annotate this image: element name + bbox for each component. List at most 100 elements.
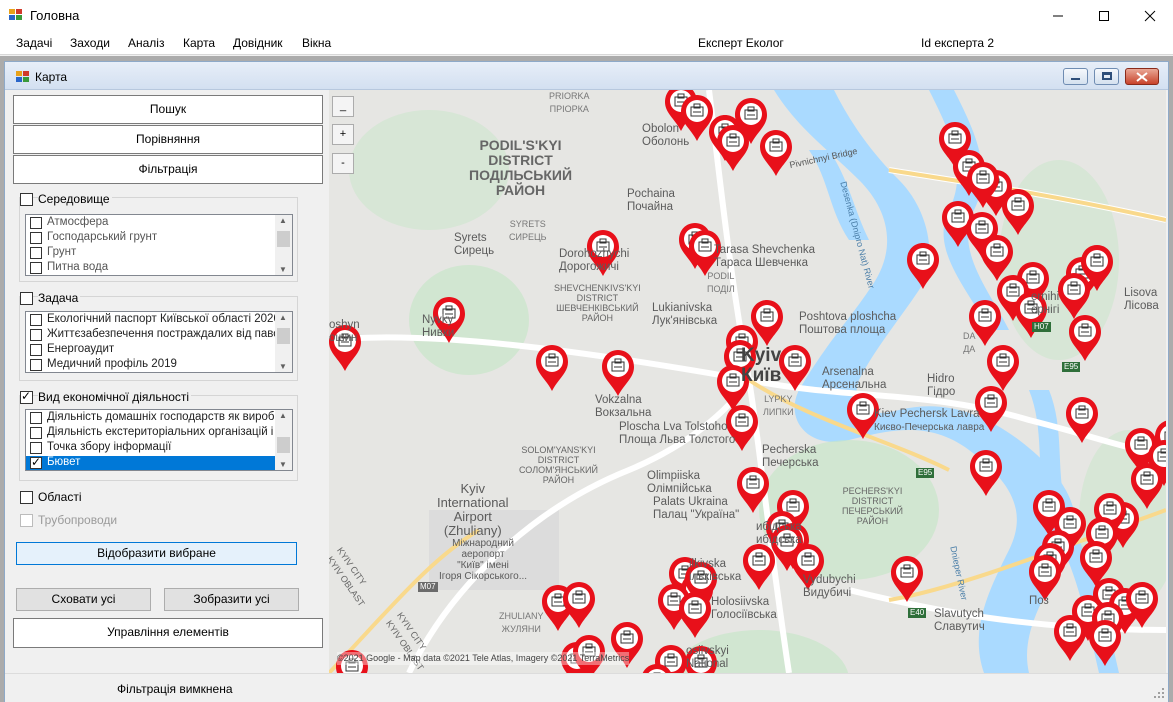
map-label: Dnieper River	[948, 545, 970, 602]
list-scrollbar[interactable]: ▲ ▼	[275, 312, 292, 372]
map-window-titlebar: Карта	[5, 62, 1168, 90]
app-title: Головна	[30, 8, 80, 23]
map-label: DA ДА	[963, 331, 976, 354]
map-label: ernihi ернігі	[1031, 291, 1060, 316]
environment-checkbox[interactable]	[20, 193, 33, 206]
close-button[interactable]	[1127, 0, 1173, 31]
role-label: Експерт Еколог	[698, 36, 784, 50]
road-shield: H07	[1032, 322, 1051, 332]
map-view[interactable]: Obolon Оболонь PRIORKA ПРІОРКА PODIL'S'KYI…	[329, 90, 1166, 673]
child-restore-button[interactable]	[1094, 68, 1119, 85]
list-item[interactable]: Господарський грунт	[26, 231, 276, 246]
menu-directory[interactable]: Довідник	[233, 36, 283, 50]
map-label: PRIORKA ПРІОРКА	[549, 91, 590, 114]
map-label: Kiev Pechersk Lavra Києво-Печерська лавра	[874, 408, 985, 433]
map-label: Poshtova ploshcha Поштова площа	[799, 311, 897, 336]
pipelines-label: Трубопроводи	[38, 513, 118, 527]
menu-windows[interactable]: Вікна	[302, 36, 331, 50]
app-titlebar: Головна	[0, 0, 1173, 31]
resize-grip-icon[interactable]	[1154, 688, 1164, 698]
child-close-button[interactable]	[1125, 68, 1159, 85]
map-label: PECHERS'KYI DISTRICT ПЕЧЕРСЬКИЙ РАЙОН	[842, 486, 903, 526]
task-checkbox[interactable]	[20, 292, 33, 305]
pipelines-checkbox[interactable]	[20, 514, 33, 527]
environment-list: Атмосфера Господарський грунт Грунт Питн…	[25, 214, 293, 276]
show-selected-button[interactable]: Відобразити вибране	[16, 542, 297, 565]
list-item[interactable]: Діяльність екстериторіальних організацій…	[26, 426, 276, 441]
map-labels: Obolon Оболонь PRIORKA ПРІОРКА PODIL'S'KYI…	[329, 90, 1166, 673]
map-label: ибідська ибідська	[756, 521, 802, 546]
map-label: osiivskyi National	[686, 645, 729, 670]
map-label: PODIL ПОДІЛ	[707, 271, 735, 294]
zoom-reset-button[interactable]: _	[332, 96, 354, 117]
zoom-out-button[interactable]: -	[332, 153, 354, 174]
environment-label: Середовище	[38, 192, 112, 206]
map-label: SYRETS СИРЕЦЬ	[509, 219, 547, 242]
list-item[interactable]: Бювет	[26, 456, 276, 470]
compare-button[interactable]: Порівняння	[13, 125, 323, 154]
regions-label: Області	[38, 490, 82, 504]
map-label: PODIL'S'KYI DISTRICT ПОДІЛЬСЬКИЙ РАЙОН	[469, 137, 573, 198]
road-shield: M07	[418, 582, 438, 592]
map-label: Palats Ukraina Палац "Україна"	[653, 496, 740, 521]
close-icon	[1144, 10, 1156, 22]
close-icon	[1136, 72, 1148, 82]
regions-checkbox[interactable]	[20, 491, 33, 504]
map-label: Kyiv Київ	[741, 345, 782, 386]
list-scrollbar[interactable]: ▲ ▼	[275, 215, 292, 275]
manage-elements-button[interactable]: Управління елементів	[13, 618, 323, 648]
list-scrollbar[interactable]: ▲ ▼	[275, 410, 292, 470]
map-label: Міжнародний аеропорт "Київ" імені Ігоря Сік…	[439, 538, 528, 582]
task-list: Екологічний паспорт Київської області 20…	[25, 311, 293, 373]
list-item[interactable]: Діяльність домашніх господарств як вироб…	[26, 411, 276, 426]
map-label: Ploscha Lva Tolstoho Площа Льва Толстого	[619, 421, 736, 446]
list-item[interactable]: Питна вода	[26, 261, 276, 275]
list-item[interactable]: Грунт	[26, 246, 276, 261]
zoom-in-button[interactable]: +	[332, 124, 354, 145]
map-label: Syrets Сирець	[454, 232, 495, 257]
map-label: Lisova Лісова	[1124, 287, 1159, 312]
menu-measures[interactable]: Заходи	[70, 36, 110, 50]
filter-status-label: Фільтрація вимкнена	[117, 682, 233, 696]
task-label: Задача	[38, 291, 81, 305]
map-label: Tarasa Shevchenka Тараса Шевченка	[714, 244, 816, 269]
list-item[interactable]: Екологічний паспорт Київської області 20…	[26, 313, 276, 328]
activity-checkbox[interactable]	[20, 389, 33, 404]
map-label: LYPKY ЛИПКИ	[763, 394, 794, 417]
menu-bar: Задачі Заходи Аналіз Карта Довідник Вікн…	[0, 31, 1173, 55]
child-minimize-button[interactable]	[1063, 68, 1088, 85]
map-label: Hidro Гідро	[927, 373, 956, 398]
map-label: Holosiivska Голосіївська	[711, 596, 777, 621]
map-label: ilkivska ільківська	[689, 558, 742, 583]
menu-map[interactable]: Карта	[183, 36, 215, 50]
road-shield: E95	[1062, 362, 1081, 372]
expert-id-label: Id експерта 2	[921, 36, 995, 50]
search-button[interactable]: Пошук	[13, 95, 323, 124]
road-shield: E40	[908, 608, 927, 618]
map-label: Pochaina Почайна	[627, 188, 675, 213]
filter-button[interactable]: Фільтрація	[13, 155, 323, 184]
minimize-button[interactable]	[1035, 0, 1081, 31]
map-label: Pivnichnyi Bridge	[788, 145, 859, 171]
list-item[interactable]: Атмосфера	[26, 216, 276, 231]
list-item[interactable]: Точка збору інформації	[26, 441, 276, 456]
map-label: Arsenalna Арсенальна	[822, 366, 887, 391]
app-icon	[9, 9, 23, 21]
map-label: ZHULIANY ЖУЛЯНИ	[499, 611, 544, 634]
activity-list: Діяльність домашніх господарств як вироб…	[25, 409, 293, 471]
mdi-area: Карта Пошук Порівняння Фільтрація Середо…	[0, 56, 1173, 702]
map-label: Vydubychi Видубичі	[803, 574, 856, 599]
list-item[interactable]: Медичний профіль 2019	[26, 358, 276, 372]
map-label: Поз	[1029, 595, 1049, 607]
menu-tasks[interactable]: Задачі	[16, 36, 52, 50]
map-label: Pecherska Печерська	[762, 444, 819, 469]
show-all-button[interactable]: Зобразити усі	[164, 588, 299, 611]
list-item[interactable]: Життєзабезпечення постраждалих від павод…	[26, 328, 276, 343]
list-item[interactable]: Енергоаудит	[26, 343, 276, 358]
map-window: Карта Пошук Порівняння Фільтрація Середо…	[4, 61, 1169, 702]
maximize-button[interactable]	[1081, 0, 1127, 31]
hide-all-button[interactable]: Сховати усі	[16, 588, 151, 611]
minimize-icon	[1053, 15, 1063, 17]
menu-analysis[interactable]: Аналіз	[128, 36, 164, 50]
status-bar: Фільтрація вимкнена	[5, 673, 1168, 702]
